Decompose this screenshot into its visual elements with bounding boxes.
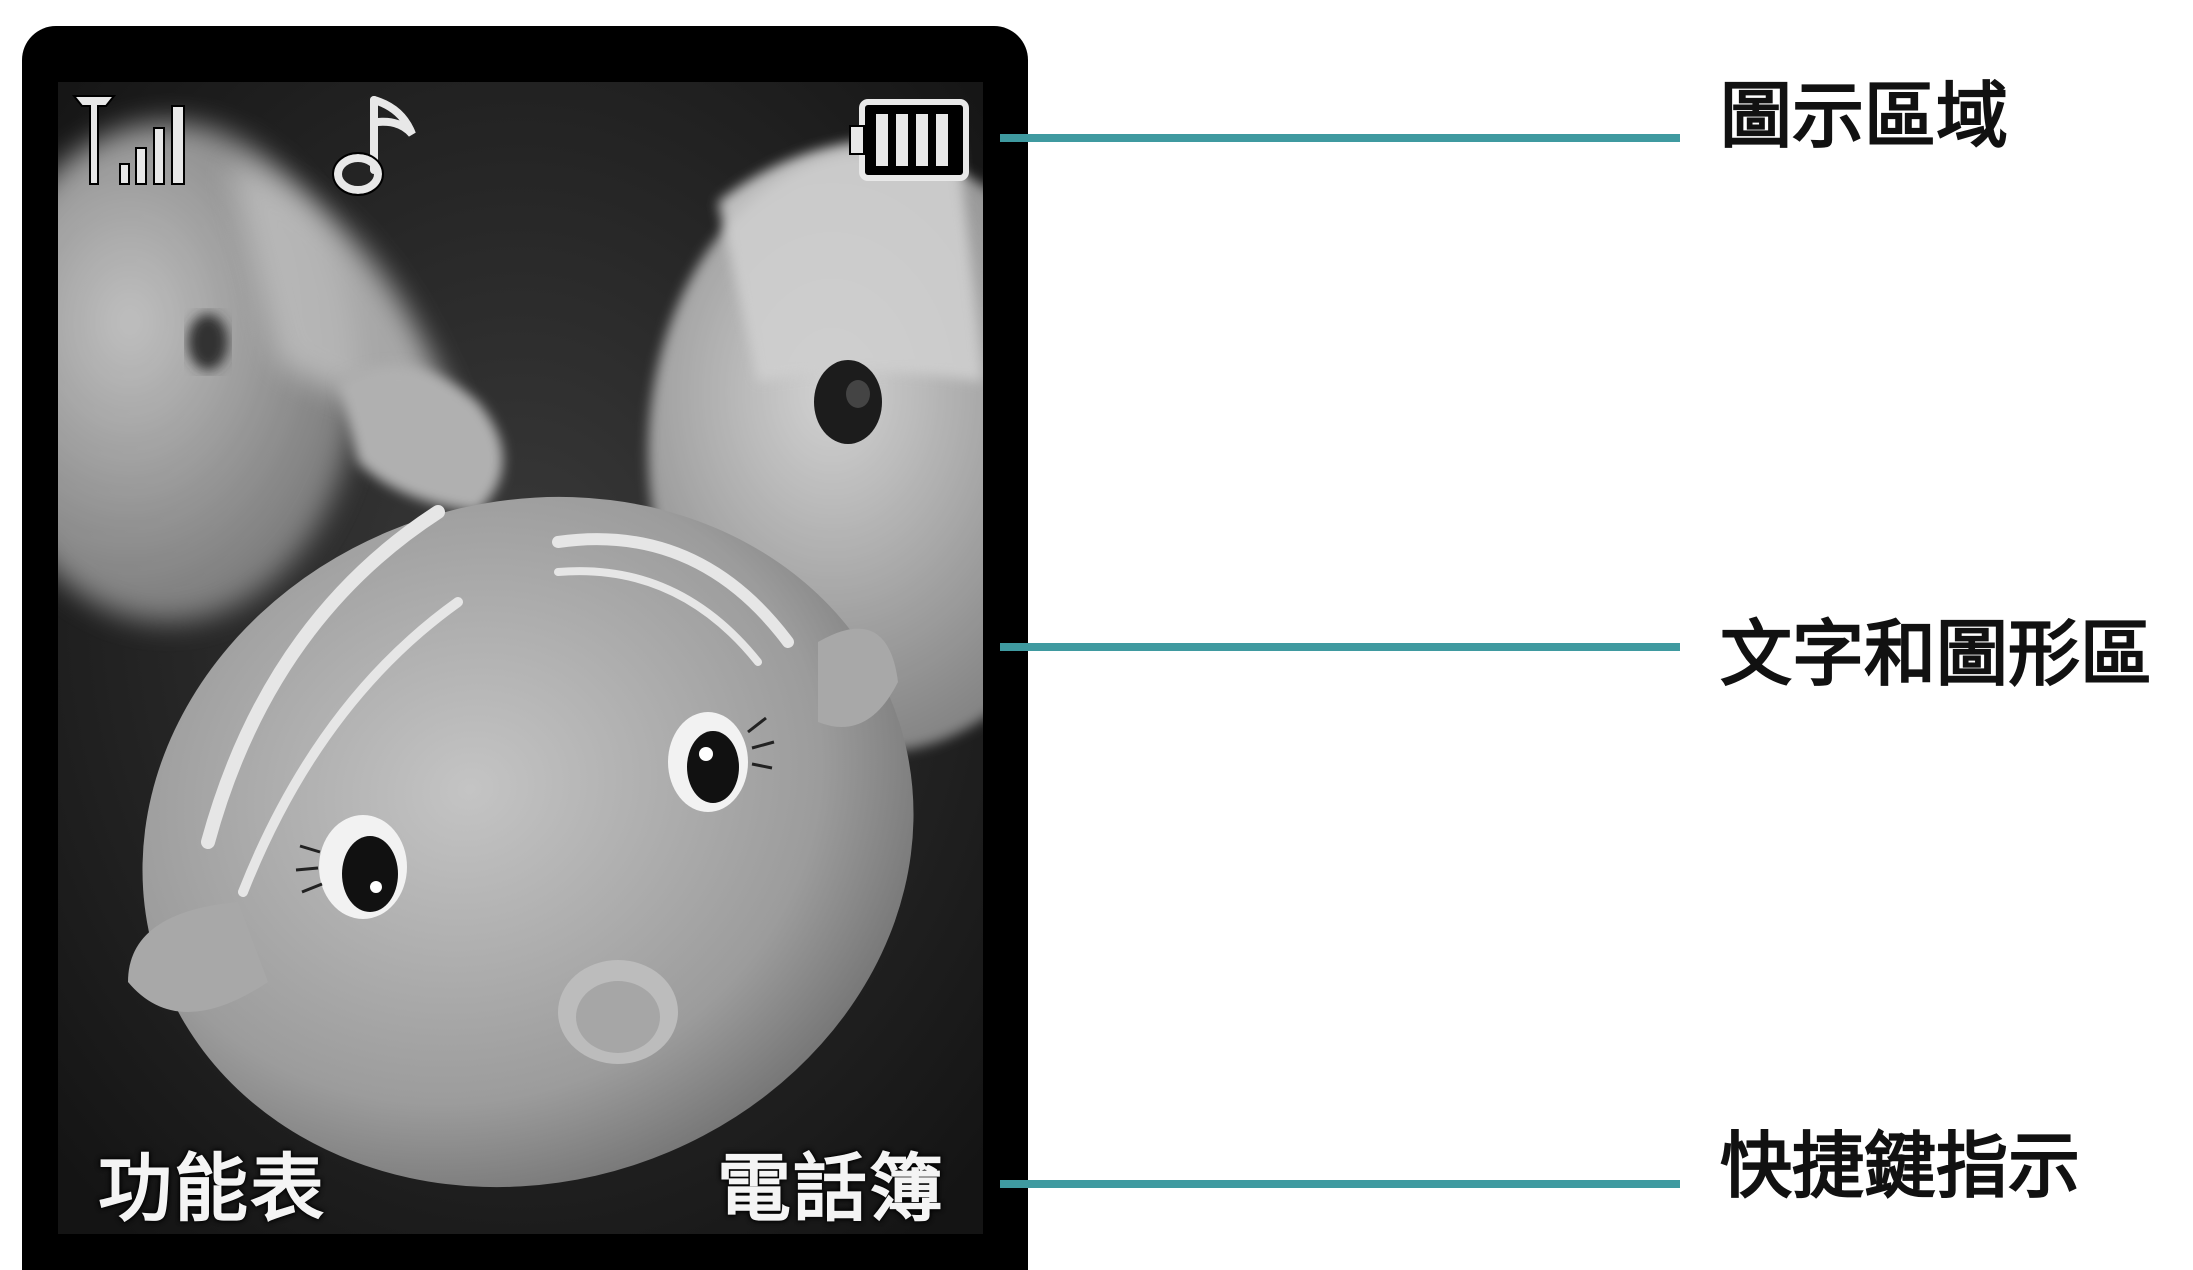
wallpaper-image xyxy=(58,82,983,1234)
phonebook-softkey[interactable]: 電話簿 xyxy=(717,1152,945,1226)
icon-area-leader-line xyxy=(1000,134,1680,142)
text-graphics-area-label: 文字和圖形區 xyxy=(1720,612,2153,696)
battery-full-icon xyxy=(849,99,969,181)
phone-screen: 功能表 電話簿 xyxy=(58,82,983,1234)
softkey-indicator-leader-line xyxy=(1000,1180,1680,1188)
music-note-icon xyxy=(332,96,416,196)
menu-softkey[interactable]: 功能表 xyxy=(98,1152,326,1226)
text-graphics-leader-line xyxy=(1000,643,1680,651)
signal-strength-icon xyxy=(72,95,185,185)
icon-area-label: 圖示區域 xyxy=(1720,74,2009,158)
softkey-indicator-label: 快捷鍵指示 xyxy=(1720,1124,2081,1208)
